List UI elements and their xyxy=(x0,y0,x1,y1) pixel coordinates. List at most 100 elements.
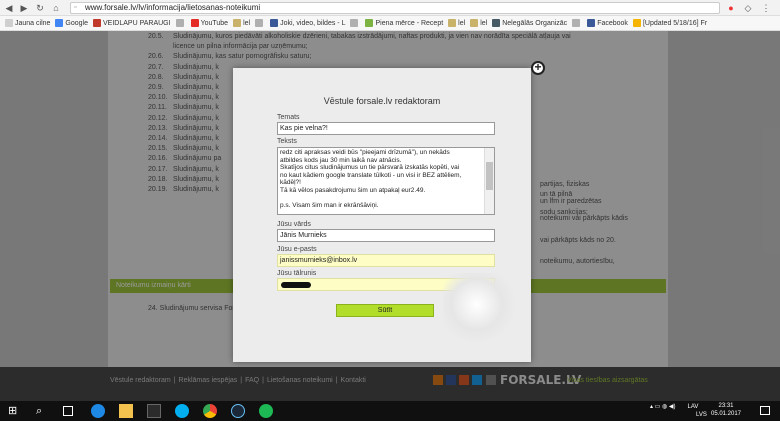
clock-date: 05.01.2017 xyxy=(710,411,742,417)
bookmarks-bar: Jauna cilne Google VEIDLAPU PARAUGI YouTube… xyxy=(0,16,780,31)
bookmark-icon xyxy=(492,19,501,28)
message-line: redz citi apraksas veidi būs "pieejami d… xyxy=(280,149,450,156)
message-textarea[interactable]: redz citi apraksas veidi būs "pieejami d… xyxy=(277,147,495,215)
message-line: no kaut kādiem google translate tūlkoti … xyxy=(280,171,462,179)
bookmark-label: YouTube xyxy=(200,20,229,27)
subject-label: Temats xyxy=(277,114,300,121)
language-indicator[interactable]: LAV xyxy=(688,404,699,410)
message-text: redz citi apraksas veidi būs "pieejami d… xyxy=(280,149,482,210)
message-line xyxy=(280,195,482,203)
bookmark-item[interactable] xyxy=(175,16,186,30)
bookmark-item[interactable]: lel xyxy=(233,16,251,30)
redacted-phone xyxy=(281,282,311,288)
edge-icon[interactable] xyxy=(91,404,105,418)
bookmark-icon xyxy=(255,19,264,28)
task-view-icon[interactable] xyxy=(63,406,73,416)
text-label: Teksts xyxy=(277,138,297,145)
bookmark-item[interactable]: lel xyxy=(448,16,466,30)
email-value: janissmurnieks@inbox.lv xyxy=(280,257,358,264)
browser-address-bar: ◀ ▶ ↻ ⌂ ▫ www.forsale.lv/lv/informacija/l… xyxy=(0,0,780,16)
bookmark-item[interactable]: Google xyxy=(55,16,88,30)
bookmark-label: [Updated 5/18/16] Fr xyxy=(642,20,708,27)
bookmark-icon xyxy=(270,19,279,28)
name-input[interactable]: Jānis Murnieks xyxy=(277,229,495,242)
scrollbar-thumb[interactable] xyxy=(486,162,493,190)
bookmark-icon xyxy=(93,19,101,28)
message-line: Skatījos citus sludinājumus un tie pārsv… xyxy=(280,164,460,172)
name-value: Jānis Murnieks xyxy=(280,232,327,239)
bookmark-icon xyxy=(448,19,457,28)
email-label: Jūsu e-pasts xyxy=(277,246,317,253)
bookmark-item[interactable]: lel xyxy=(470,16,488,30)
close-icon[interactable]: + xyxy=(531,61,545,75)
bookmark-label: lel xyxy=(243,20,251,27)
modal-title: Vēstule forsale.lv redaktoram xyxy=(323,96,441,106)
back-icon[interactable]: ◀ xyxy=(3,2,15,14)
bookmark-icon xyxy=(365,19,374,28)
bookmark-label: Facebook xyxy=(597,20,628,27)
bookmark-item[interactable]: VEIDLAPU PARAUGI xyxy=(93,16,171,30)
bookmark-icon xyxy=(190,19,199,28)
bookmark-label: lel xyxy=(480,20,488,27)
phone-label: Jūsu tālrunis xyxy=(277,270,317,277)
skype-icon[interactable] xyxy=(175,404,189,418)
bookmark-item[interactable] xyxy=(572,16,582,30)
bookmark-label: Nelegālās Organizāc xyxy=(502,20,568,27)
url-text: www.forsale.lv/lv/informacija/lietosanas… xyxy=(85,3,261,12)
windows-taskbar: ⊞ ⌕ ▴ ▭ ◍ ◀) LAV LVS 23:31 05.01.2017 xyxy=(0,401,780,421)
bookmark-item[interactable]: YouTube xyxy=(190,16,229,30)
bookmark-icon xyxy=(572,19,581,28)
bookmark-item[interactable] xyxy=(255,16,265,30)
opera-icon[interactable]: ● xyxy=(725,2,737,14)
bookmark-label: Piena mērce - Recept xyxy=(375,20,444,27)
bookmark-icon xyxy=(5,19,13,28)
clock-time: 23:31 xyxy=(718,403,734,409)
bookmark-item[interactable]: Nelegālās Organizāc xyxy=(492,16,568,30)
bookmark-item[interactable]: [Updated 5/18/16] Fr xyxy=(632,16,708,30)
spotify-icon[interactable] xyxy=(259,404,273,418)
home-icon[interactable]: ⌂ xyxy=(50,2,62,14)
bookmark-item[interactable] xyxy=(350,16,360,30)
menu-icon[interactable]: ⋮ xyxy=(760,2,772,14)
search-icon[interactable]: ⌕ xyxy=(36,404,50,418)
message-line: Tā kā vēlos pasakdrojumu šim un atpakaļ … xyxy=(280,186,426,194)
bookmark-label: VEIDLAPU PARAUGI xyxy=(103,20,171,27)
steam-icon[interactable] xyxy=(231,404,245,418)
subject-input[interactable]: Kas pie velna?! xyxy=(277,122,495,135)
keyboard-layout[interactable]: LVS xyxy=(696,412,707,418)
bookmark-icon xyxy=(175,19,184,28)
system-tray[interactable]: ▴ ▭ ◍ ◀) LAV xyxy=(650,403,698,410)
bookmark-label: lel xyxy=(458,20,466,27)
bookmark-label: Google xyxy=(65,20,88,27)
name-label: Jūsu vārds xyxy=(277,221,311,228)
textarea-scrollbar[interactable] xyxy=(484,148,494,214)
bookmark-item[interactable]: Facebook xyxy=(587,16,628,30)
reload-icon[interactable]: ↻ xyxy=(34,2,46,14)
bookmark-icon xyxy=(632,19,641,28)
blurred-illustration xyxy=(443,273,518,343)
subject-value: Kas pie velna?! xyxy=(280,125,328,132)
bookmark-label: Jauna cilne xyxy=(15,20,51,27)
extension-icon[interactable]: ◇ xyxy=(742,2,754,14)
bookmark-icon xyxy=(350,19,359,28)
email-input[interactable]: janissmurnieks@inbox.lv xyxy=(277,254,495,267)
editor-letter-modal: Vēstule forsale.lv redaktoram Temats Kas… xyxy=(233,68,531,362)
bookmark-item[interactable]: Jauna cilne xyxy=(5,16,51,30)
chrome-icon[interactable] xyxy=(203,404,217,418)
bookmark-icon xyxy=(233,19,242,28)
url-input[interactable]: ▫ www.forsale.lv/lv/informacija/lietosana… xyxy=(70,2,720,14)
bookmark-item[interactable]: Joki, video, bildes - L xyxy=(270,16,346,30)
message-line: p.s. Visam šim man ir ekrānšāviņi. xyxy=(280,202,379,210)
windows-start-icon[interactable]: ⊞ xyxy=(8,404,22,418)
store-icon[interactable] xyxy=(147,404,161,418)
notification-icon[interactable] xyxy=(760,406,770,415)
bookmark-item[interactable]: Piena mērce - Recept xyxy=(365,16,444,30)
taskbar-clock[interactable]: 23:31 05.01.2017 xyxy=(708,402,744,418)
bookmark-icon xyxy=(470,19,479,28)
forward-icon[interactable]: ▶ xyxy=(18,2,30,14)
file-explorer-icon[interactable] xyxy=(119,404,133,418)
message-line: atbildes kods jau 30 min laikā nav atnāc… xyxy=(280,156,402,164)
send-button[interactable]: Sūtīt xyxy=(336,304,434,317)
bookmark-icon xyxy=(587,19,596,28)
bookmark-label: Joki, video, bildes - L xyxy=(280,20,346,27)
